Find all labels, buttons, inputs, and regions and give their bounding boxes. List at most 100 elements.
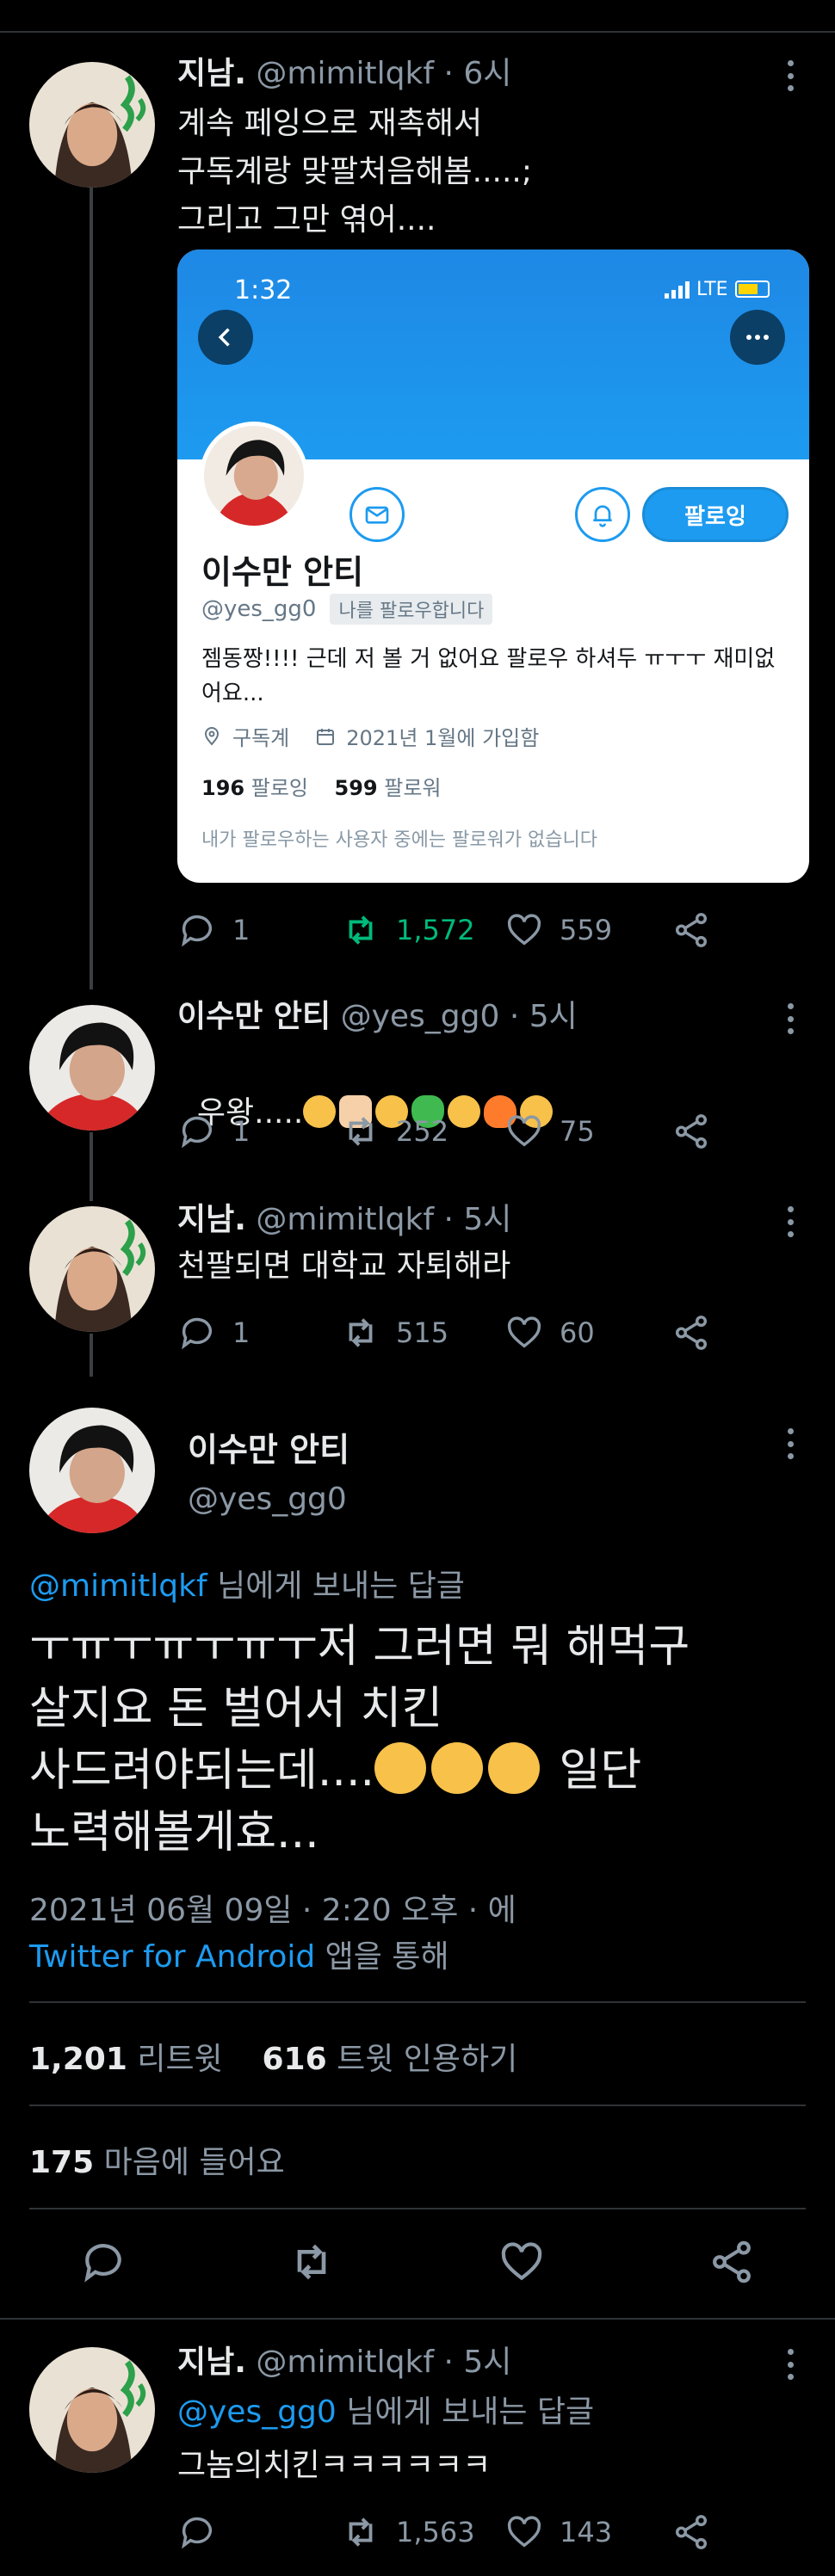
handle-time: @mimitlqkf · 6시 (256, 56, 512, 91)
more-options-icon[interactable] (783, 1003, 797, 1034)
retweet-icon (349, 2517, 373, 2547)
text-line: 노력해볼게효... (29, 1807, 319, 1858)
display-name[interactable]: 이수만 안티 (188, 1423, 349, 1470)
thread-line (90, 1334, 93, 1377)
avatar[interactable] (29, 1408, 155, 1533)
focused-tweet-text: ㅜㅠㅜㅠㅜㅠㅜ저 그러면 뭐 해먹구 살지요 돈 벌어서 치킨 사드려야되는데...… (29, 1616, 804, 1864)
more-options-icon[interactable] (783, 1428, 797, 1459)
retweet-button[interactable] (288, 2240, 336, 2283)
like-button[interactable]: 75 (504, 1110, 595, 1153)
handle[interactable]: @yes_gg0 (188, 1482, 347, 1517)
tweet-text: 계속 페잉으로 재촉해서 구독계랑 맞팔처음해봄.....; 그리고 그만 엮어… (177, 106, 532, 237)
more-options-icon[interactable] (783, 2349, 797, 2380)
like-button[interactable]: 559 (504, 909, 612, 952)
following-button[interactable]: 팔로잉 (642, 487, 789, 542)
share-icon (713, 2240, 751, 2283)
source-link[interactable]: Twitter for Android (29, 1939, 315, 1975)
followers-count[interactable]: 599 (335, 776, 378, 800)
source-suffix: 앱을 통해 (315, 1939, 449, 1975)
reply-context-suffix: 님에게 보내는 답글 (207, 1568, 465, 1604)
retweet-icon (297, 2244, 326, 2280)
reply-button[interactable]: 1 (177, 1311, 250, 1354)
avatar[interactable] (29, 1005, 155, 1131)
retweet-count: 252 (396, 1115, 449, 1148)
reply-context: @yes_gg0 님에게 보내는 답글 (177, 2388, 594, 2437)
mention-link[interactable]: @yes_gg0 (177, 2394, 337, 2430)
tweet-header: 이수만 안티 @yes_gg0 · 5시 (177, 998, 578, 1036)
following-label: 팔로잉 (251, 776, 308, 800)
reply-icon (182, 915, 213, 947)
tweet-header: 지남. @mimitlqkf · 6시 (177, 55, 511, 93)
avatar[interactable] (29, 1206, 155, 1332)
avatar[interactable] (29, 62, 155, 188)
more-icon[interactable] (730, 310, 785, 365)
like-button[interactable] (498, 2240, 546, 2283)
thread-line (90, 146, 93, 989)
divider (29, 2105, 806, 2106)
like-total[interactable]: 175 (29, 2145, 94, 2180)
like-button[interactable]: 60 (504, 1311, 595, 1354)
share-button[interactable] (671, 1110, 711, 1153)
share-icon (675, 2515, 708, 2549)
reply-button[interactable]: 1 (177, 909, 250, 952)
profile-joined: 2021년 1월에 가입함 (346, 726, 540, 750)
handle-time: @yes_gg0 · 5시 (340, 999, 578, 1034)
heart-icon (501, 2242, 542, 2281)
display-name[interactable]: 지남. (177, 56, 246, 91)
tweet-actions: 1 252 75 (177, 1110, 780, 1153)
retweet-count: 1,563 (396, 2516, 475, 2548)
reply-icon (182, 1317, 213, 1350)
display-name[interactable]: 이수만 안티 (177, 999, 331, 1034)
notification-bell-icon[interactable] (575, 487, 630, 542)
avatar[interactable] (29, 2347, 155, 2473)
retweet-stats: 1,201 리트윗 616 트윗 인용하기 (29, 2034, 517, 2079)
tweet-text: 그놈의치킨ㅋㅋㅋㅋㅋㅋ (177, 2448, 492, 2483)
thread-line (90, 1132, 93, 1201)
profile-location: 구독계 (232, 726, 290, 750)
attached-image[interactable]: 1:32 LTE 팔로잉 이수만 안티 @yes_gg0 나를 팔로우합니다 젬… (177, 250, 809, 883)
share-button[interactable] (671, 909, 711, 952)
display-name[interactable]: 지남. (177, 1202, 246, 1237)
location-icon (204, 726, 220, 746)
retweet-total[interactable]: 1,201 (29, 2042, 127, 2077)
share-icon (675, 1316, 708, 1350)
emoji-rolling-eyes-icon (431, 1742, 483, 1794)
reply-button[interactable] (177, 2511, 217, 2554)
retweet-button[interactable]: 515 (341, 1311, 448, 1354)
battery-icon (734, 280, 770, 298)
like-button[interactable]: 143 (504, 2511, 612, 2554)
timestamp[interactable]: 2021년 06월 09일 · 2:20 오후 · 에 (29, 1888, 516, 1934)
more-options-icon[interactable] (783, 60, 797, 91)
reply-count: 1 (232, 1316, 251, 1349)
following-count[interactable]: 196 (201, 776, 244, 800)
tweet-actions: 1,563 143 (177, 2511, 780, 2554)
like-count: 60 (560, 1316, 595, 1349)
reply-button[interactable] (79, 2240, 127, 2283)
heart-icon (507, 1115, 541, 1147)
more-options-icon[interactable] (783, 1206, 797, 1237)
profile-name: 이수만 안티 (201, 553, 364, 591)
mutual-followers-note: 내가 팔로우하는 사용자 중에는 팔로워가 없습니다 (201, 829, 598, 851)
share-button[interactable] (708, 2240, 756, 2283)
retweet-button[interactable]: 252 (341, 1110, 448, 1153)
retweet-button[interactable]: 1,572 (341, 909, 475, 952)
text-segment: 사드려야되는데.... (29, 1745, 374, 1796)
share-button[interactable] (671, 2511, 711, 2554)
follows-you-badge: 나를 팔로우합니다 (330, 594, 493, 625)
reply-count: 1 (232, 914, 251, 946)
display-name[interactable]: 지남. (177, 2345, 246, 2380)
retweet-count: 515 (396, 1316, 449, 1349)
share-button[interactable] (671, 1311, 711, 1354)
back-icon[interactable] (198, 310, 253, 365)
share-icon (675, 913, 708, 947)
heart-icon (507, 2516, 541, 2548)
profile-avatar (200, 422, 308, 530)
retweet-button[interactable]: 1,563 (341, 2511, 475, 2554)
quote-total[interactable]: 616 (262, 2042, 326, 2077)
message-icon[interactable] (349, 487, 405, 542)
text-line: 살지요 돈 벌어서 치킨 (29, 1683, 443, 1735)
mention-link[interactable]: @mimitlqkf (29, 1568, 207, 1604)
reply-button[interactable]: 1 (177, 1110, 250, 1153)
profile-handle-row: @yes_gg0 나를 팔로우합니다 (201, 594, 493, 625)
tweet-actions: 1 515 60 (177, 1311, 780, 1354)
